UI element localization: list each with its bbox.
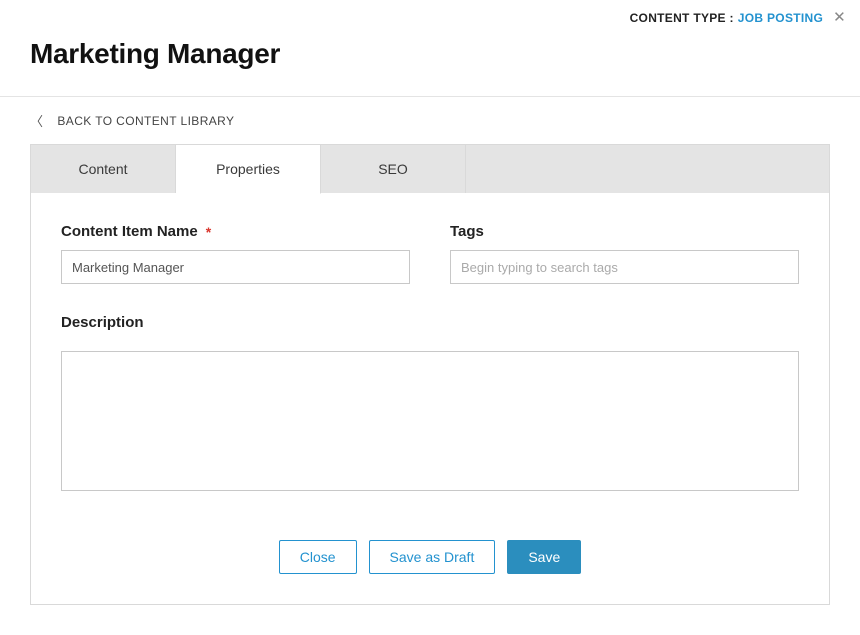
description-label: Description bbox=[61, 314, 799, 331]
save-button[interactable]: Save bbox=[507, 540, 581, 574]
tags-label: Tags bbox=[450, 223, 799, 240]
tab-content[interactable]: Content bbox=[31, 145, 176, 193]
required-star-icon: * bbox=[206, 224, 211, 240]
content-type-label: CONTENT TYPE : bbox=[630, 11, 734, 25]
back-to-library-link[interactable]: 〈 BACK TO CONTENT LIBRARY bbox=[0, 97, 860, 144]
close-button[interactable]: Close bbox=[279, 540, 357, 574]
tags-label-text: Tags bbox=[450, 223, 484, 240]
back-link-label: BACK TO CONTENT LIBRARY bbox=[57, 114, 234, 128]
content-item-name-label: Content Item Name * bbox=[61, 223, 410, 240]
save-as-draft-button[interactable]: Save as Draft bbox=[369, 540, 496, 574]
tags-input[interactable] bbox=[450, 250, 799, 284]
description-label-text: Description bbox=[61, 314, 144, 331]
description-textarea[interactable] bbox=[61, 351, 799, 491]
content-item-name-input[interactable] bbox=[61, 250, 410, 284]
name-label-text: Content Item Name bbox=[61, 223, 198, 240]
chevron-left-icon: 〈 bbox=[30, 111, 43, 130]
tab-seo[interactable]: SEO bbox=[321, 145, 466, 193]
content-type-value: JOB POSTING bbox=[738, 11, 823, 25]
tab-panel: Content Properties SEO Content Item Name… bbox=[30, 144, 830, 605]
button-row: Close Save as Draft Save bbox=[61, 540, 799, 574]
tab-properties[interactable]: Properties bbox=[176, 145, 321, 194]
close-icon[interactable]: ✕ bbox=[833, 10, 846, 25]
tabs-bar: Content Properties SEO bbox=[31, 145, 829, 193]
form-area: Content Item Name * Tags Description bbox=[31, 193, 829, 604]
